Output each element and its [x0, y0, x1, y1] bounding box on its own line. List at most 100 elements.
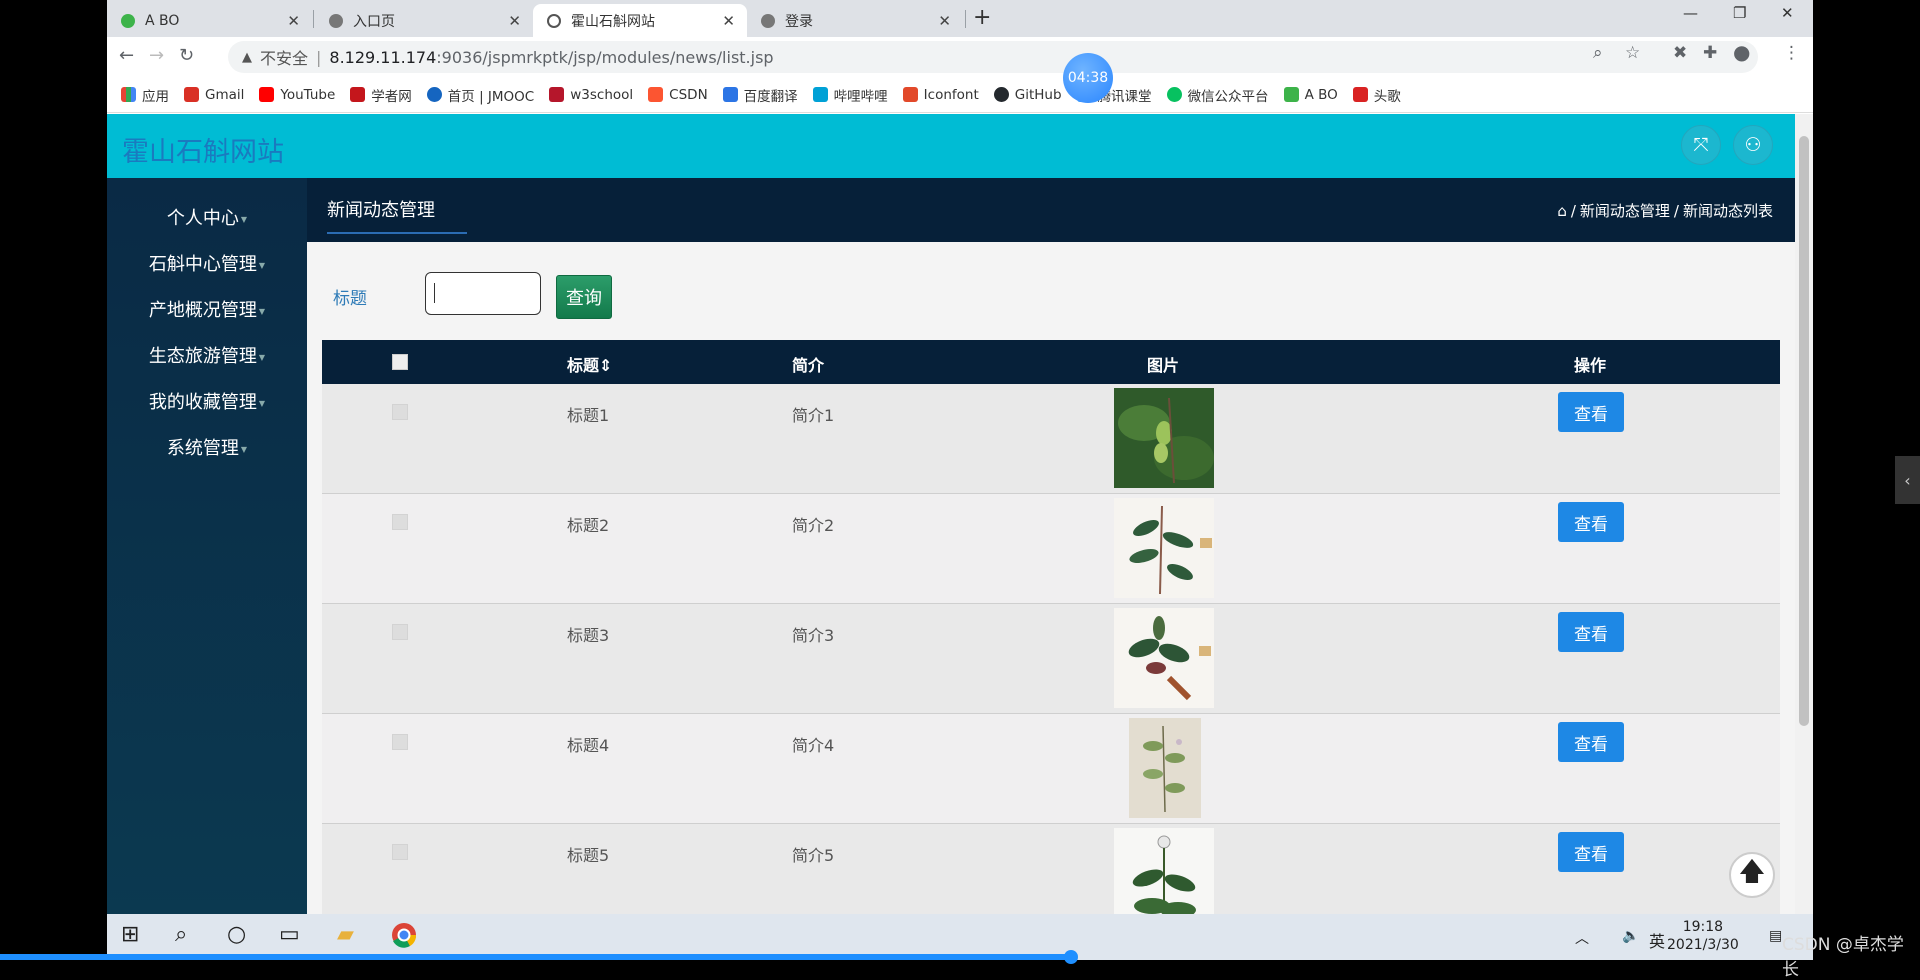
new-tab-button[interactable]: + — [973, 5, 991, 30]
tab-current[interactable]: 霍山石斛网站 ✕ — [533, 4, 747, 37]
row-checkbox[interactable] — [392, 514, 408, 530]
view-button[interactable]: 查看 — [1558, 502, 1624, 542]
row-title: 标题2 — [567, 516, 610, 535]
bookmark-iconfont[interactable]: Iconfont — [902, 87, 979, 103]
watermark: CSDN @卓杰学长 — [1782, 935, 1904, 980]
restore-button[interactable]: ❐ — [1733, 4, 1746, 22]
row-image — [1114, 498, 1214, 598]
close-icon[interactable]: ✕ — [508, 12, 521, 30]
bookmark-a-bo[interactable]: A BO — [1283, 87, 1338, 103]
column-title[interactable]: 标题⇕ — [567, 352, 612, 376]
row-checkbox[interactable] — [392, 404, 408, 420]
row-title: 标题1 — [567, 406, 610, 425]
title-search-input[interactable] — [425, 272, 541, 315]
view-button[interactable]: 查看 — [1558, 722, 1624, 762]
caret-down-icon: ▼ — [258, 398, 266, 408]
view-button[interactable]: 查看 — [1558, 392, 1624, 432]
bookmark-bilibili[interactable]: 哔哩哔哩 — [812, 85, 888, 105]
volume-icon[interactable]: 🔈 — [1622, 928, 1639, 944]
sidebar-item-origin-overview[interactable]: 产地概况管理 ▼ — [107, 296, 307, 322]
tab-news-management[interactable]: 新闻动态管理 — [327, 196, 467, 234]
bookmark-csdn[interactable]: CSDN — [648, 87, 708, 103]
forward-icon[interactable]: → — [149, 45, 164, 66]
zoom-icon[interactable]: ⌕ — [1593, 43, 1603, 63]
table-header: 标题⇕ 简介 图片 操作 — [322, 340, 1780, 384]
page-scrollbar[interactable] — [1795, 114, 1813, 914]
star-icon[interactable]: ☆ — [1625, 43, 1640, 63]
address-bar[interactable]: ▲ 不安全 | 8.129.11.174:9036/jspmrkptk/jsp/… — [228, 41, 1758, 73]
sidebar-item-favorites[interactable]: 我的收藏管理 ▼ — [107, 388, 307, 414]
sidebar-item-personal-center[interactable]: 个人中心 ▼ — [107, 204, 307, 230]
fullscreen-icon[interactable]: ⤧ — [1681, 125, 1721, 165]
reload-icon[interactable]: ↻ — [179, 45, 194, 66]
search-button[interactable]: 查询 — [556, 275, 612, 319]
row-checkbox[interactable] — [392, 844, 408, 860]
video-progress-bar[interactable] — [0, 954, 1071, 960]
table-row: 标题2 简介2 查看 — [322, 494, 1780, 604]
vue-icon — [1283, 87, 1299, 102]
tab-a-bo[interactable]: A BO ✕ — [107, 4, 312, 37]
w3school-icon — [549, 87, 565, 102]
view-button[interactable]: 查看 — [1558, 832, 1624, 872]
profile-icon[interactable]: ● — [1733, 40, 1750, 64]
bookmark-touge[interactable]: 头歌 — [1352, 85, 1401, 105]
tab-bar: A BO ✕ 入口页 ✕ 霍山石斛网站 ✕ 登录 ✕ + — ❐ ✕ — [107, 0, 1813, 37]
tray-chevron-icon[interactable]: ︿ — [1575, 928, 1589, 948]
home-icon[interactable]: ⌂ — [1557, 202, 1567, 220]
bookmark-gmail[interactable]: Gmail — [184, 87, 244, 103]
bookmark-baidu-translate[interactable]: 百度翻译 — [722, 85, 798, 105]
scholar-icon — [350, 87, 366, 102]
side-panel-toggle[interactable]: ‹ — [1895, 456, 1920, 504]
windows-start-icon[interactable]: ⊞ — [121, 922, 139, 947]
bookmark-apps[interactable]: 应用 — [121, 85, 169, 105]
search-icon[interactable]: ⌕ — [175, 922, 187, 947]
close-icon[interactable]: ✕ — [938, 12, 951, 30]
sidebar-item-system[interactable]: 系统管理 ▼ — [107, 434, 307, 460]
clock[interactable]: 19:18 2021/3/30 — [1667, 918, 1739, 954]
row-intro: 简介1 — [792, 406, 835, 425]
notification-icon[interactable]: ▤ — [1769, 928, 1782, 944]
bookmark-github[interactable]: GitHub — [993, 87, 1062, 103]
caret-down-icon: ▼ — [240, 214, 248, 224]
puzzle-icon[interactable]: ✚ — [1703, 43, 1717, 63]
chrome-icon[interactable] — [391, 922, 417, 954]
back-icon[interactable]: ← — [119, 45, 134, 66]
column-intro: 简介 — [792, 356, 825, 375]
page: 霍山石斛网站 ⤧ ⚇ 个人中心 ▼ 石斛中心管理 ▼ 产地概况管理 ▼ 生态旅游管理 ▼… — [107, 114, 1795, 914]
progress-handle[interactable] — [1064, 950, 1078, 964]
row-title: 标题3 — [567, 626, 610, 645]
bookmark-youtube[interactable]: YouTube — [259, 87, 335, 103]
breadcrumb-news-management[interactable]: 新闻动态管理 — [1580, 200, 1670, 221]
bookmarks-bar: 应用 Gmail YouTube 学者网 首页 | JMOOC w3school… — [107, 77, 1813, 113]
menu-icon[interactable]: ⋮ — [1783, 43, 1800, 63]
input-language[interactable]: 英 — [1649, 928, 1665, 952]
bookmark-wechat[interactable]: 微信公众平台 — [1166, 85, 1269, 105]
bookmark-jmooc[interactable]: 首页 | JMOOC — [426, 85, 534, 105]
extension-x-icon[interactable]: ✖ — [1673, 43, 1687, 63]
close-icon[interactable]: ✕ — [722, 12, 735, 30]
close-window-button[interactable]: ✕ — [1781, 4, 1794, 22]
sidebar-item-dendrobium-center[interactable]: 石斛中心管理 ▼ — [107, 250, 307, 276]
file-explorer-icon[interactable]: ▰ — [337, 922, 354, 947]
view-button[interactable]: 查看 — [1558, 612, 1624, 652]
jmooc-icon — [426, 87, 442, 102]
clock-time: 19:18 — [1682, 919, 1724, 935]
row-checkbox[interactable] — [392, 624, 408, 640]
tab-entry[interactable]: 入口页 ✕ — [315, 4, 533, 37]
back-to-top-button[interactable]: 🡅 — [1729, 852, 1775, 898]
caret-down-icon: ▼ — [258, 352, 266, 362]
bookmark-w3school[interactable]: w3school — [549, 87, 633, 103]
tab-login[interactable]: 登录 ✕ — [747, 4, 963, 37]
close-icon[interactable]: ✕ — [287, 12, 300, 30]
cortana-icon[interactable]: ○ — [227, 922, 246, 947]
minimize-button[interactable]: — — [1683, 4, 1698, 22]
sidebar-item-eco-tourism[interactable]: 生态旅游管理 ▼ — [107, 342, 307, 368]
globe-icon — [329, 13, 343, 28]
user-icon[interactable]: ⚇ — [1733, 125, 1773, 165]
task-view-icon[interactable]: ▭ — [279, 922, 300, 947]
row-image — [1114, 608, 1214, 708]
github-icon — [993, 87, 1009, 102]
row-checkbox[interactable] — [392, 734, 408, 750]
bookmark-scholar[interactable]: 学者网 — [350, 85, 412, 105]
select-all-checkbox[interactable] — [392, 354, 408, 370]
